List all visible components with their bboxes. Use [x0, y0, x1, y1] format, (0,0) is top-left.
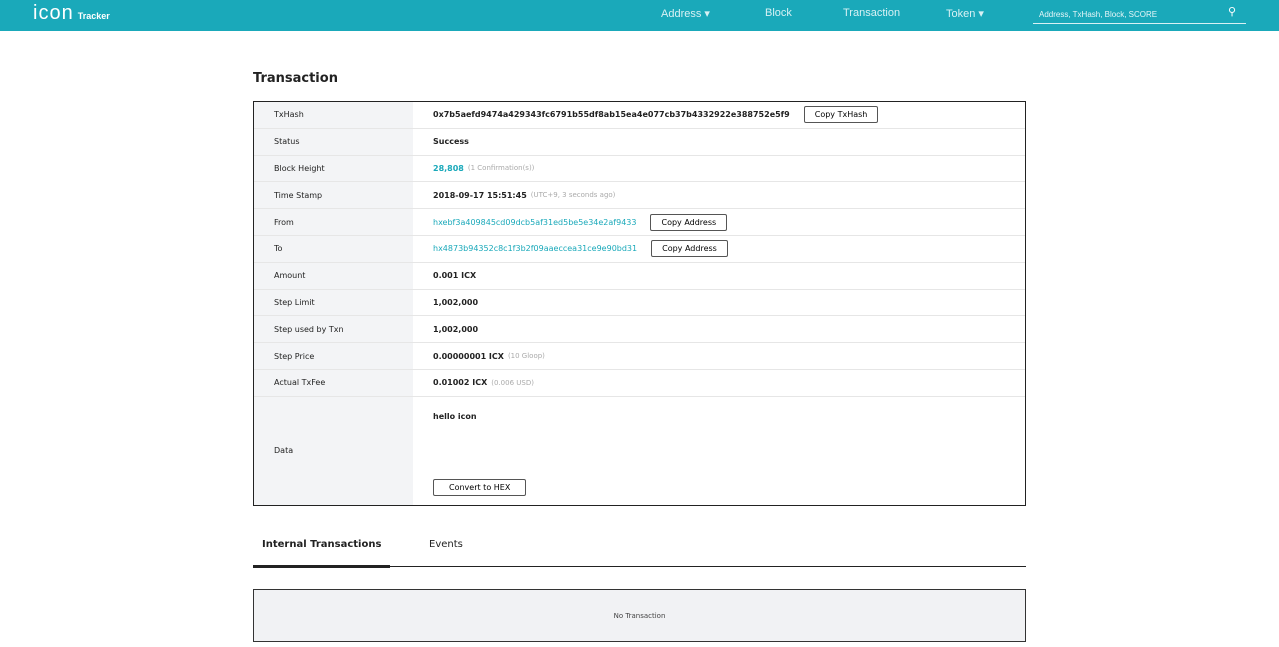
convert-to-hex-button[interactable]: Convert to HEX — [433, 479, 527, 496]
search-icon[interactable]: ⚲ — [1228, 5, 1236, 18]
tab-events[interactable]: Events — [429, 539, 463, 550]
status-value: Success — [433, 137, 469, 147]
label: From — [254, 209, 413, 235]
top-bar: icon Tracker Address ▾ Block Transaction … — [0, 0, 1279, 31]
copy-to-address-button[interactable]: Copy Address — [651, 240, 728, 258]
page-title: Transaction — [253, 71, 338, 86]
empty-state: No Transaction — [253, 589, 1026, 642]
step-used-value: 1,002,000 — [433, 324, 479, 334]
icon-tracker-logo[interactable]: icon Tracker — [33, 2, 110, 25]
label: Data — [254, 396, 413, 505]
row-status: Status Success — [254, 128, 1025, 156]
label: Step Limit — [254, 289, 413, 316]
row-step-used: Step used by Txn 1,002,000 — [254, 316, 1025, 344]
label: Block Height — [254, 155, 413, 182]
copy-txhash-button[interactable]: Copy TxHash — [803, 106, 879, 124]
row-amount: Amount 0.001 ICX — [254, 262, 1025, 290]
tab-internal-transactions[interactable]: Internal Transactions — [252, 539, 391, 568]
nav-address[interactable]: Address ▾ — [661, 7, 710, 20]
from-address-link[interactable]: hxebf3a409845cd09dcb5af31ed5be5e34e2af94… — [433, 218, 636, 227]
timestamp-relative: (UTC+9, 3 seconds ago) — [530, 191, 616, 200]
row-from: From hxebf3a409845cd09dcb5af31ed5be5e34e2… — [254, 209, 1025, 236]
label: Time Stamp — [254, 182, 413, 209]
label: Step used by Txn — [254, 316, 413, 343]
label: Step Price — [254, 343, 413, 369]
copy-from-address-button[interactable]: Copy Address — [650, 213, 728, 231]
row-step-limit: Step Limit 1,002,000 — [254, 289, 1025, 317]
confirmations: (1 Confirmation(s)) — [467, 164, 535, 173]
label: Status — [254, 128, 413, 155]
step-price-value: 0.00000001 ICX — [433, 351, 504, 361]
label: TxHash — [254, 102, 413, 128]
nav-block[interactable]: Block — [765, 7, 792, 19]
amount-value: 0.001 ICX — [433, 271, 477, 281]
tab-bar: Internal Transactions Events — [252, 535, 1026, 568]
step-limit-value: 1,002,000 — [433, 297, 479, 307]
transaction-details-table: TxHash 0x7b5aefd9474a429343fc6791b55df8ab… — [253, 101, 1026, 506]
nav-token[interactable]: Token ▾ — [946, 7, 984, 20]
row-timestamp: Time Stamp 2018-09-17 15:51:45 (UTC+9, 3 s… — [254, 182, 1025, 210]
logo-text: icon — [33, 2, 74, 24]
search-input[interactable] — [1039, 10, 1219, 19]
txhash-value: 0x7b5aefd9474a429343fc6791b55df8ab15ea4e… — [433, 110, 790, 120]
row-step-price: Step Price 0.00000001 ICX (10 Gloop) — [254, 343, 1025, 370]
row-block-height: Block Height 28,808 (1 Confirmation(s)) — [254, 155, 1025, 183]
timestamp-value: 2018-09-17 15:51:45 — [433, 190, 527, 200]
logo-subtitle: Tracker — [77, 11, 110, 21]
to-address-link[interactable]: hx4873b94352c8c1f3b2f09aaeccea31ce9e90bd… — [433, 244, 637, 253]
step-price-gloop: (10 Gloop) — [507, 352, 545, 361]
data-value: hello icon — [433, 411, 477, 421]
fee-usd: (0.006 USD) — [491, 378, 534, 387]
block-height-link[interactable]: 28,808 — [433, 164, 464, 173]
row-data: Data hello icon Convert to HEX — [254, 396, 1025, 505]
label: Amount — [254, 262, 413, 289]
search-box: ⚲ — [1033, 2, 1246, 24]
row-to: To hx4873b94352c8c1f3b2f09aaeccea31ce9e90… — [254, 235, 1025, 263]
label: To — [254, 235, 413, 262]
row-fee: Actual TxFee 0.01002 ICX (0.006 USD) — [254, 369, 1025, 397]
row-txhash: TxHash 0x7b5aefd9474a429343fc6791b55df8ab… — [254, 102, 1025, 129]
label: Actual TxFee — [254, 369, 413, 396]
fee-value: 0.01002 ICX — [433, 378, 488, 388]
nav-transaction[interactable]: Transaction — [843, 7, 900, 19]
